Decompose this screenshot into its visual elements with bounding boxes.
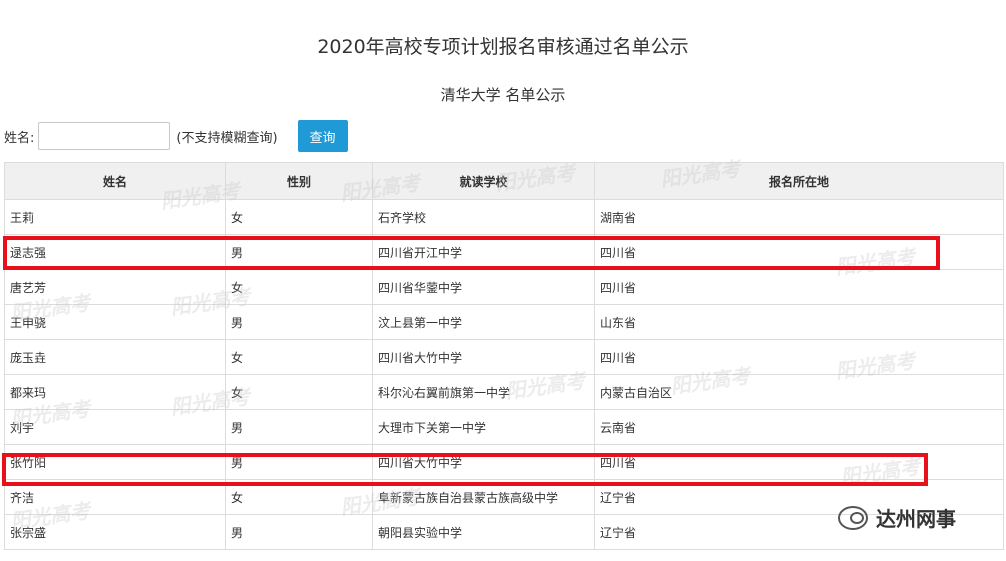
name-label: 姓名:	[4, 130, 35, 146]
cell-gender: 男	[225, 444, 373, 480]
cell-school: 四川省大竹中学	[372, 444, 595, 480]
column-header-school: 就读学校	[372, 162, 595, 200]
cell-name: 唐艺芳	[4, 269, 226, 305]
cell-name: 刘宇	[4, 409, 226, 445]
search-bar: 姓名: (不支持模糊查询) 查询	[4, 120, 348, 152]
cell-gender: 男	[225, 304, 373, 340]
cell-location: 四川省	[594, 339, 1004, 375]
name-search-input[interactable]	[38, 122, 171, 150]
cell-school: 大理市下关第一中学	[372, 409, 595, 445]
cell-gender: 女	[225, 479, 373, 515]
cell-name: 张竹阳	[4, 444, 226, 480]
table-row: 王申骁 男 汶上县第一中学 山东省	[4, 304, 1004, 340]
query-button[interactable]: 查询	[297, 120, 348, 152]
cell-school: 汶上县第一中学	[372, 304, 595, 340]
cell-school: 石齐学校	[372, 199, 595, 235]
table-row: 唐艺芳 女 四川省华蓥中学 四川省	[4, 269, 1004, 305]
column-header-location: 报名所在地	[594, 162, 1004, 200]
cell-location: 内蒙古自治区	[594, 374, 1004, 410]
wechat-icon	[838, 505, 868, 530]
column-header-name: 姓名	[4, 162, 226, 200]
table-row: 刘宇 男 大理市下关第一中学 云南省	[4, 409, 1004, 445]
cell-location: 湖南省	[594, 199, 1004, 235]
cell-school: 四川省华蓥中学	[372, 269, 595, 305]
page-subtitle: 清华大学 名单公示	[440, 86, 566, 104]
brand-name: 达州网事	[876, 507, 956, 531]
cell-gender: 女	[225, 374, 373, 410]
search-note: (不支持模糊查询)	[176, 130, 278, 146]
cell-name: 齐洁	[4, 479, 226, 515]
cell-school: 四川省开江中学	[372, 234, 595, 270]
cell-name: 都来玛	[4, 374, 226, 410]
table-row: 张竹阳 男 四川省大竹中学 四川省	[4, 444, 1004, 480]
cell-gender: 女	[225, 339, 373, 375]
cell-location: 山东省	[594, 304, 1004, 340]
table-header-row: 姓名 性别 就读学校 报名所在地	[4, 162, 1004, 200]
column-header-gender: 性别	[225, 162, 373, 200]
table-row: 庞玉垚 女 四川省大竹中学 四川省	[4, 339, 1004, 375]
cell-gender: 男	[225, 514, 373, 550]
table-row: 逯志强 男 四川省开江中学 四川省	[4, 234, 1004, 270]
page-title: 2020年高校专项计划报名审核通过名单公示	[317, 36, 689, 58]
cell-school: 科尔沁右翼前旗第一中学	[372, 374, 595, 410]
cell-location: 四川省	[594, 269, 1004, 305]
cell-location: 四川省	[594, 234, 1004, 270]
cell-school: 阜新蒙古族自治县蒙古族高级中学	[372, 479, 595, 515]
cell-gender: 女	[225, 199, 373, 235]
cell-name: 逯志强	[4, 234, 226, 270]
cell-name: 张宗盛	[4, 514, 226, 550]
cell-name: 王莉	[4, 199, 226, 235]
cell-school: 朝阳县实验中学	[372, 514, 595, 550]
cell-gender: 男	[225, 234, 373, 270]
results-table: 姓名 性别 就读学校 报名所在地 王莉 女 石齐学校 湖南省 逯志强 男 四川省…	[4, 162, 1004, 550]
cell-location: 云南省	[594, 409, 1004, 445]
cell-gender: 男	[225, 409, 373, 445]
brand-badge: 达州网事	[838, 503, 956, 532]
cell-location: 四川省	[594, 444, 1004, 480]
cell-name: 庞玉垚	[4, 339, 226, 375]
table-row: 都来玛 女 科尔沁右翼前旗第一中学 内蒙古自治区	[4, 374, 1004, 410]
cell-gender: 女	[225, 269, 373, 305]
cell-name: 王申骁	[4, 304, 226, 340]
cell-school: 四川省大竹中学	[372, 339, 595, 375]
table-row: 王莉 女 石齐学校 湖南省	[4, 199, 1004, 235]
